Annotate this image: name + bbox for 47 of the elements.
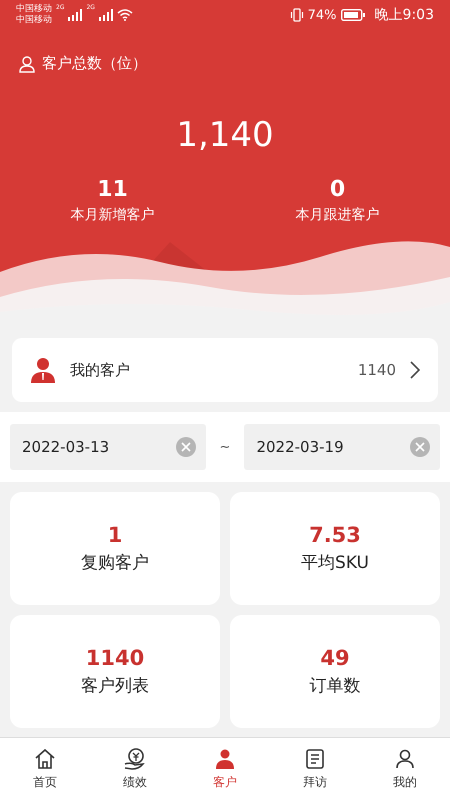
coin-hand-icon (123, 747, 147, 771)
metric-card[interactable]: 7.53 平均SKU (230, 492, 440, 605)
metric-card[interactable]: 1 复购客户 (10, 492, 220, 605)
chevron-right-icon (410, 361, 420, 379)
metric-label: 复购客户 (81, 552, 149, 574)
total-label: 客户总数（位） (42, 54, 147, 73)
tab-item[interactable]: 我的 (360, 738, 450, 800)
vibrate-icon (290, 8, 304, 22)
stat-label: 本月跟进客户 (296, 206, 380, 224)
person-icon (18, 54, 36, 72)
person-icon (393, 747, 417, 771)
metric-card[interactable]: 1140 客户列表 (10, 615, 220, 728)
metric-value: 49 (320, 646, 350, 670)
home-icon (33, 747, 57, 771)
clear-icon[interactable] (176, 437, 196, 457)
metric-label: 客户列表 (81, 675, 149, 697)
document-icon (303, 747, 327, 771)
clear-icon[interactable] (410, 437, 430, 457)
total-value: 1,140 (175, 115, 275, 155)
tab-item[interactable]: 拜访 (270, 738, 360, 800)
signal-icon (98, 9, 113, 21)
metric-value: 1140 (86, 646, 144, 670)
wifi-icon (116, 9, 133, 21)
tab-item[interactable]: 绩效 (90, 738, 180, 800)
row-label: 我的客户 (70, 360, 131, 380)
metric-value: 7.53 (309, 523, 361, 547)
stat-value: 11 (97, 177, 128, 202)
stat-value: 0 (330, 177, 346, 202)
person-icon (30, 357, 56, 383)
metric-label: 平均SKU (301, 552, 369, 574)
metric-label: 订单数 (310, 675, 360, 697)
clock: 晚上9:03 (374, 6, 434, 24)
battery-percent: 74% (308, 8, 337, 22)
stat-label: 本月新增客户 (70, 206, 154, 224)
metric-card[interactable]: 49 订单数 (230, 615, 440, 728)
person-icon (213, 747, 237, 771)
signal-icon (68, 9, 82, 21)
carrier-label: 中国移动 中国移动 (16, 4, 52, 26)
battery-icon (340, 9, 365, 21)
start-date-field[interactable]: 2022-03-13 (10, 424, 206, 470)
range-separator: ~ (220, 440, 230, 454)
tab-item[interactable]: 首页 (0, 738, 90, 800)
tab-item[interactable]: 客户 (180, 738, 270, 800)
my-customers-row[interactable]: 我的客户 1140 (12, 338, 438, 402)
row-count: 1140 (358, 361, 396, 379)
end-date-field[interactable]: 2022-03-19 (244, 424, 440, 470)
metric-value: 1 (108, 523, 122, 547)
